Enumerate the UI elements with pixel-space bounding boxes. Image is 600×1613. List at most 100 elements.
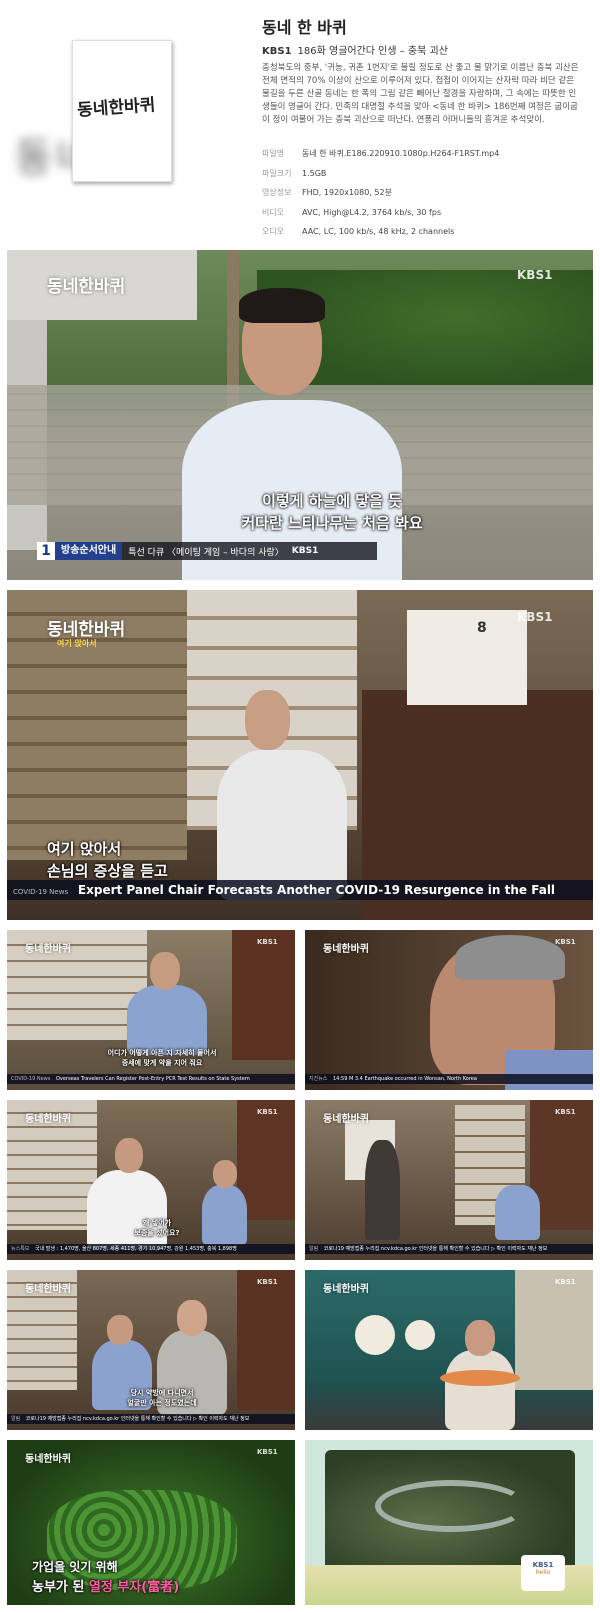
meta-value: AVC, High@L4.2, 3764 kb/s, 30 fps [302,207,442,217]
episode-tag-overlay: 여기 앉아서 [57,639,97,648]
news-ticker: COVID-19 News Expert Panel Chair Forecas… [7,880,593,900]
kbs-watermark: KBS1 [257,1278,278,1286]
file-meta-table: 파일명 동네 한 바퀴.E186.220910.1080p.H264-F1RST.… [262,144,499,242]
elderly-man-figure [202,1185,247,1245]
subtitle-line-2: 손님의 증상을 듣고 [47,862,168,880]
subtitle-line-2a: 농부가 된 [32,1580,89,1595]
meta-label: 오디오 [262,227,285,236]
ticker-tag: COVID-19 News [11,1076,51,1082]
subtitle-line-2: 얼굴만 아는 정도였는데 [127,1399,197,1407]
subtitle-line-1: 어디가 어떻게 아픈 지 자세히 물어서 [107,1049,217,1057]
ticker-tag: 뉴스특보 [11,1246,30,1252]
show-logo-overlay: 동네한바퀴 [47,277,126,297]
video-frame-9: 동네한바퀴 KBS1 가업을 잇기 위해 농부가 된 열정 부자(富者) [7,1440,295,1605]
show-logo-overlay: 동네한바퀴 [25,1114,71,1125]
channel-label: KBS1 [262,46,292,57]
woman-figure [445,1350,515,1430]
ticker-tag: COVID-19 News [13,888,69,896]
video-frame-5: 동네한바퀴 KBS1 왜 넣어가 보증을 섰어요? 뉴스특보 국내 발생 : 1… [7,1100,295,1260]
episode-line: KBS1 186화 영글어간다 인생 – 충북 괴산 [262,42,448,57]
show-logo-overlay: 동네한바퀴 [25,1454,71,1465]
show-logo-overlay: 동네한바퀴 [323,1284,369,1295]
news-ticker: 알림 코로나19 예방접종 누리집 ncv.kdca.go.kr 인터넷을 통해… [7,1414,295,1424]
file-info-header: 동네 동네한바퀴 동네 한 바퀴 KBS1 186화 영글어간다 인생 – 충북 … [0,0,600,250]
news-ticker: COVID-19 News Overseas Travelers Can Reg… [7,1074,295,1084]
ticker-tag: 알림 [11,1416,21,1422]
show-logo-overlay: 동네한바퀴 [47,620,126,640]
meta-label: 영상정보 [262,188,292,197]
episode-title: 186화 영글어간다 인생 – 충북 괴산 [297,46,448,57]
video-frame-10: KBS1 hello [305,1440,593,1605]
kbs-corner-logo: KBS1 hello [521,1555,565,1591]
program-guide-kbs: KBS1 [291,546,319,556]
show-title: 동네 한 바퀴 [262,18,347,37]
subtitle-line-2: 농부가 된 열정 부자(富者) [32,1576,179,1595]
meta-label: 비디오 [262,207,285,217]
meta-label: 파일명 [262,149,285,158]
food-plate [440,1370,520,1386]
episode-description: 충청북도의 중부, '귀농, 귀촌 1번지'로 불릴 정도로 산 좋고 물 맑기… [262,63,579,125]
subtitle-line-2: 증세에 맞게 약을 지어 줘요 [121,1059,203,1067]
meta-value: FHD, 1920x1080, 52분 [302,188,392,197]
elderly-man-figure [217,750,347,900]
kbs-watermark: KBS1 [257,1448,278,1456]
meta-value: 동네 한 바퀴.E186.220910.1080p.H264-F1RST.mp4 [302,149,500,158]
wall-plate-illustration [355,1315,395,1355]
program-guide-bar: 1 방송순서안내 특선 다큐 〈메이팅 게임 – 바다의 사랑〉 KBS1 [37,542,377,560]
subtitle-line-2: 보증을 섰어요? [134,1229,180,1237]
poster-logo: 동네한바퀴 [76,95,156,121]
video-frame-7: 동네한바퀴 KBS1 당시 약방에 다니면서 얼굴만 아는 정도였는데 알림 코… [7,1270,295,1430]
ticker-text: 코로나19 예방접종 누리집 ncv.kdca.go.kr 인터넷을 통해 확인… [323,1246,548,1252]
ticker-text: Expert Panel Chair Forecasts Another COV… [77,883,556,897]
video-frame-6: 동네한바퀴 KBS1 알림 코로나19 예방접종 누리집 ncv.kdca.go… [305,1100,593,1260]
video-frame-8: 동네한바퀴 KBS1 [305,1270,593,1430]
kbs-corner-text: KBS1 [532,1561,554,1569]
subtitle-line-1: 여기 앉아서 [47,840,122,858]
kbs-corner-sub: hello [535,1569,551,1576]
ticker-text: Overseas Travelers Can Register Post-Ent… [55,1076,250,1082]
channel-number-badge: 1 [37,542,55,560]
subtitle-line-1: 이렇게 하늘에 닿을 듯 [262,492,402,510]
kbs-watermark: KBS1 [555,938,576,946]
news-ticker: 알림 코로나19 예방접종 누리집 ncv.kdca.go.kr 인터넷을 통해… [305,1244,593,1254]
ticker-text: 국내 발생 : 1,470명, 울산 807명, 세종 411명, 경기 10,… [35,1246,237,1252]
ticker-tag: 지진뉴스 [309,1076,328,1082]
meta-row-video: 비디오 AVC, High@L4.2, 3764 kb/s, 30 fps [262,203,499,223]
visitor-figure [87,1170,167,1250]
kbs-watermark: KBS1 [517,610,553,624]
ticker-tag: 알림 [309,1246,319,1252]
poster-card: 동네한바퀴 [72,40,172,182]
kbs-watermark: KBS1 [257,938,278,946]
subtitle-line-1: 왜 넣어가 [142,1219,172,1227]
subtitle-line-2: 커다란 느티나무는 처음 봐요 [241,514,423,532]
subtitle-highlight: 열정 부자(富者) [88,1580,180,1595]
news-ticker: 뉴스특보 국내 발생 : 1,470명, 울산 807명, 세종 411명, 경… [7,1244,295,1254]
meta-value: AAC, LC, 100 kb/s, 48 kHz, 2 channels [302,227,455,236]
subtitle-line-1: 가업을 잇기 위해 [32,1560,118,1574]
kbs-watermark: KBS1 [555,1108,576,1116]
video-frame-1: 동네한바퀴 KBS1 이렇게 하늘에 닿을 듯 커다란 느티나무는 처음 봐요 … [7,250,593,580]
subtitle-line-1: 당시 약방에 다니면서 [130,1389,194,1397]
meta-row-filename: 파일명 동네 한 바퀴.E186.220910.1080p.H264-F1RST.… [262,144,499,164]
video-frame-2: 8 동네한바퀴 여기 앉아서 KBS1 여기 앉아서 손님의 증상을 듣고 CO… [7,590,593,920]
video-frame-3: 동네한바퀴 KBS1 어디가 어떻게 아픈 지 자세히 물어서 증세에 맞게 약… [7,930,295,1090]
meta-value: 1.5GB [302,168,327,178]
ticker-text: 코로나19 예방접종 누리집 ncv.kdca.go.kr 인터넷을 통해 확인… [25,1416,250,1422]
elderly-man-figure [495,1185,540,1240]
kbs-watermark: KBS1 [555,1278,576,1286]
screenshot-grid: 동네한바퀴 KBS1 이렇게 하늘에 닿을 듯 커다란 느티나무는 처음 봐요 … [7,250,593,1605]
elderly-man-figure [127,985,207,1055]
meta-row-audio: 오디오 AAC, LC, 100 kb/s, 48 kHz, 2 channels [262,222,499,242]
meta-label: 파일크기 [262,168,292,178]
news-ticker: 지진뉴스 14:59 M 3.4 Earthquake occurred in … [305,1074,593,1084]
kbs-watermark: KBS1 [257,1108,278,1116]
kbs-watermark: KBS1 [517,268,553,282]
poster: 동네 동네한바퀴 [15,40,175,182]
show-logo-overlay: 동네한바퀴 [25,944,71,955]
ticker-text: 14:59 M 3.4 Earthquake occurred in Wonsa… [333,1076,477,1082]
calendar-page: 8 [477,620,487,636]
show-logo-overlay: 동네한바퀴 [323,944,369,955]
video-frame-4: 동네한바퀴 KBS1 지진뉴스 14:59 M 3.4 Earthquake o… [305,930,593,1090]
show-logo-overlay: 동네한바퀴 [25,1284,71,1295]
program-guide-text: 특선 다큐 〈메이팅 게임 – 바다의 사랑〉 [128,547,284,558]
